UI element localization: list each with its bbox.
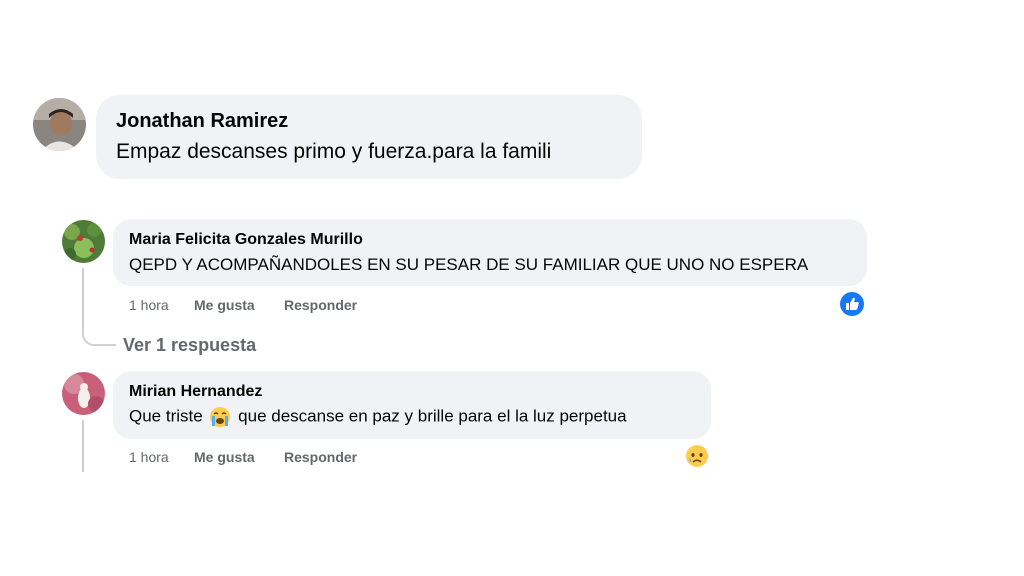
comment-bubble-jonathan — [96, 95, 642, 179]
like-reaction-icon[interactable] — [840, 292, 864, 316]
comment-text: QEPD Y ACOMPAÑANDOLES EN SU PESAR DE SU … — [129, 255, 809, 274]
comment-time[interactable]: 1 hora — [129, 449, 169, 465]
avatar-jonathan[interactable] — [33, 98, 86, 151]
avatar-mirian[interactable] — [62, 372, 105, 415]
comment-text: Empaz descanses primo y fuerza.para la f… — [116, 140, 552, 163]
comment-bubble-maria — [113, 219, 867, 286]
like-button[interactable]: Me gusta — [194, 297, 255, 313]
reply-button[interactable]: Responder — [284, 297, 357, 313]
crying-face-emoji-icon — [209, 406, 231, 428]
sad-reaction-icon[interactable] — [685, 444, 709, 468]
reply-button[interactable]: Responder — [284, 449, 357, 465]
comment-text-part: Que triste — [129, 406, 203, 426]
avatar-maria[interactable] — [62, 220, 105, 263]
comment-author[interactable]: Maria Felicita Gonzales Murillo — [129, 231, 363, 249]
thread-line — [82, 420, 84, 472]
comment-time[interactable]: 1 hora — [129, 297, 169, 313]
comment-author[interactable]: Mirian Hernandez — [129, 383, 262, 401]
like-button[interactable]: Me gusta — [194, 449, 255, 465]
comment-text: Que triste que descanse en paz y brille … — [129, 406, 627, 428]
comment-bubble-mirian — [113, 371, 711, 439]
comment-author[interactable]: Jonathan Ramirez — [116, 110, 288, 133]
comment-text-part: que descanse en paz y brille para el la … — [238, 406, 627, 426]
view-replies-link[interactable]: Ver 1 respuesta — [123, 335, 256, 356]
thread-curve — [82, 320, 116, 346]
